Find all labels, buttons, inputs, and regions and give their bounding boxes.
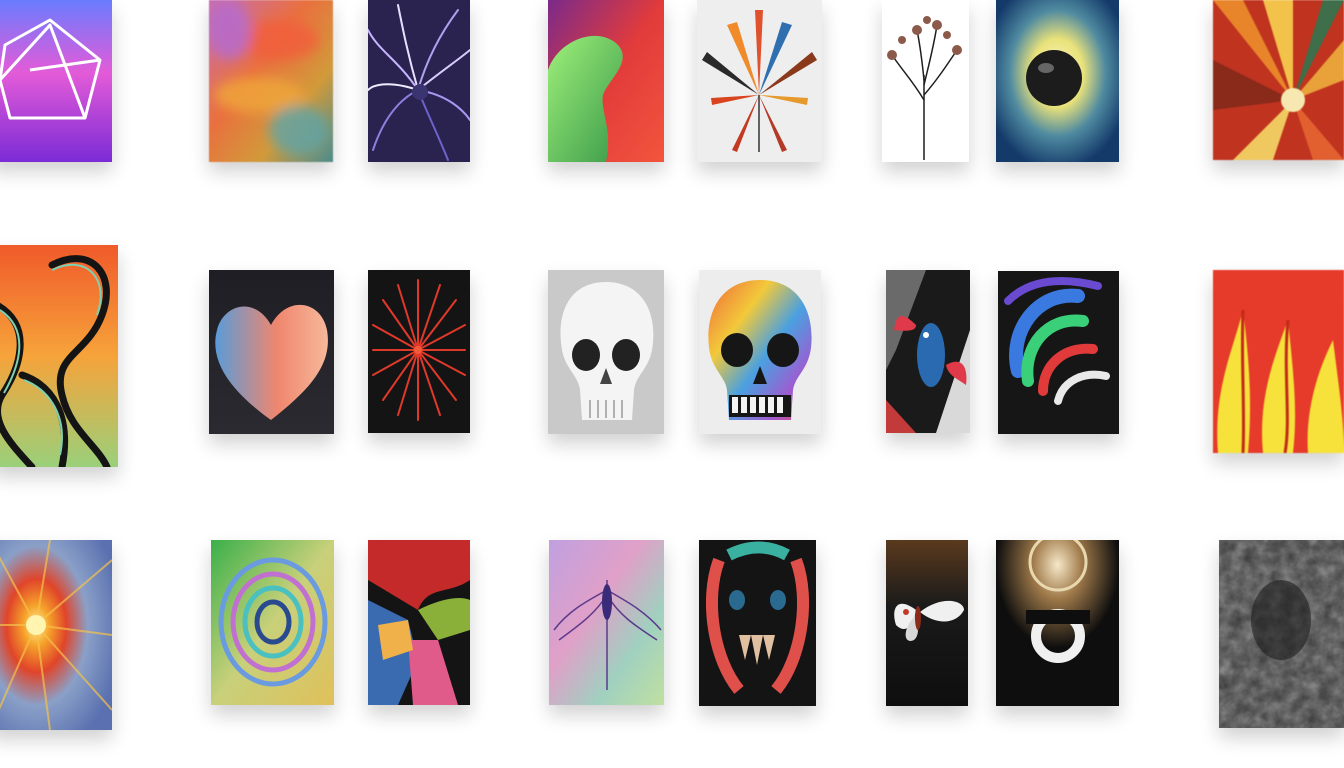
art-thumbnail-red-yellow-flame[interactable] [1213,270,1344,453]
art-thumbnail-toothed-face[interactable] [699,540,816,706]
art-thumbnail-heart[interactable] [209,270,334,434]
tentacle-dragon-image [0,245,118,467]
art-thumbnail-abstract-shapes[interactable] [368,540,470,705]
art-thumbnail-black-sphere[interactable] [996,0,1119,162]
abstract-shapes-image [368,540,470,705]
art-gallery [0,0,1344,768]
art-thumbnail-abstract-blur[interactable] [209,0,333,162]
art-thumbnail-purple-feather[interactable] [368,0,470,162]
fiery-burst-image [1213,0,1344,160]
sun-burst-image [0,540,112,730]
moth-image [886,540,968,706]
abstract-blur-image [209,0,333,162]
red-green-blob-image [548,0,664,162]
art-thumbnail-vortex[interactable] [211,540,334,705]
art-thumbnail-winged-insect[interactable] [549,540,664,705]
rainbow-skull-image [699,270,821,434]
art-thumbnail-fish[interactable] [886,270,970,433]
red-firework-image [368,270,470,433]
art-thumbnail-grey-texture[interactable] [1219,540,1344,728]
art-thumbnail-rainbow-skull[interactable] [699,270,821,434]
purple-feather-image [368,0,470,162]
glowing-rings-image [996,540,1119,706]
toothed-face-image [699,540,816,706]
geometric-hexagon-image [0,0,112,162]
vortex-image [211,540,334,705]
art-thumbnail-sun-burst[interactable] [0,540,112,730]
art-thumbnail-tentacle-dragon[interactable] [0,245,118,467]
art-thumbnail-glowing-rings[interactable] [996,540,1119,706]
winged-insect-image [549,540,664,705]
art-thumbnail-fiery-burst[interactable] [1213,0,1344,160]
grey-texture-image [1219,540,1344,728]
art-thumbnail-spiky-leaf[interactable] [697,0,822,162]
art-thumbnail-moth[interactable] [886,540,968,706]
white-skull-image [548,270,664,434]
art-thumbnail-red-firework[interactable] [368,270,470,433]
art-thumbnail-dried-flower[interactable] [882,0,969,162]
art-thumbnail-red-green-blob[interactable] [548,0,664,162]
art-thumbnail-geometric-hexagon[interactable] [0,0,112,162]
fish-image [886,270,970,433]
spiky-leaf-image [697,0,822,162]
art-thumbnail-white-skull[interactable] [548,270,664,434]
dried-flower-image [882,0,969,162]
black-sphere-image [996,0,1119,162]
art-thumbnail-neon-swirl[interactable] [998,271,1119,434]
red-yellow-flame-image [1213,270,1344,453]
heart-image [209,270,334,434]
neon-swirl-image [998,271,1119,434]
